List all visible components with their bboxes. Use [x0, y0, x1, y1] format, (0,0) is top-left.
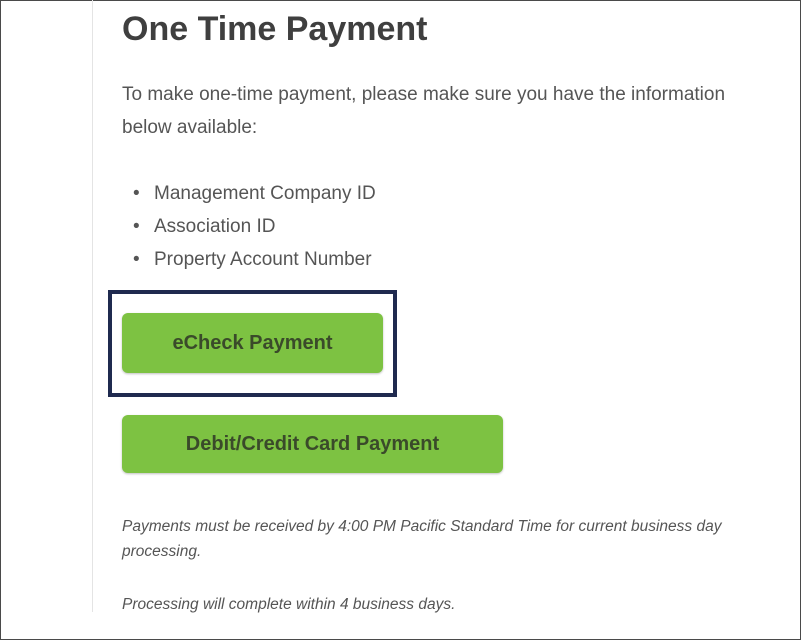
- requirements-list: • Management Company ID • Association ID…: [122, 177, 376, 276]
- requirement-property-account-number: Property Account Number: [154, 249, 372, 270]
- card-payment-button[interactable]: Debit/Credit Card Payment: [122, 415, 503, 473]
- bullet-icon: •: [133, 216, 140, 237]
- list-item: • Association ID: [122, 210, 376, 243]
- card-payment-label: Debit/Credit Card Payment: [185, 432, 440, 455]
- intro-text: To make one-time payment, please make su…: [122, 84, 726, 138]
- requirement-management-company-id: Management Company ID: [154, 183, 376, 204]
- page-title: One Time Payment: [122, 10, 428, 48]
- list-item: • Management Company ID: [122, 177, 376, 210]
- deadline-note: Payments must be received by 4:00 PM Pac…: [122, 518, 722, 560]
- list-item: • Property Account Number: [122, 243, 376, 276]
- left-divider: [92, 0, 93, 612]
- processing-note: Processing will complete within 4 busine…: [122, 596, 456, 613]
- requirement-association-id: Association ID: [154, 216, 276, 237]
- bullet-icon: •: [133, 249, 140, 270]
- bullet-icon: •: [133, 183, 140, 204]
- echeck-highlight-box: [108, 290, 397, 397]
